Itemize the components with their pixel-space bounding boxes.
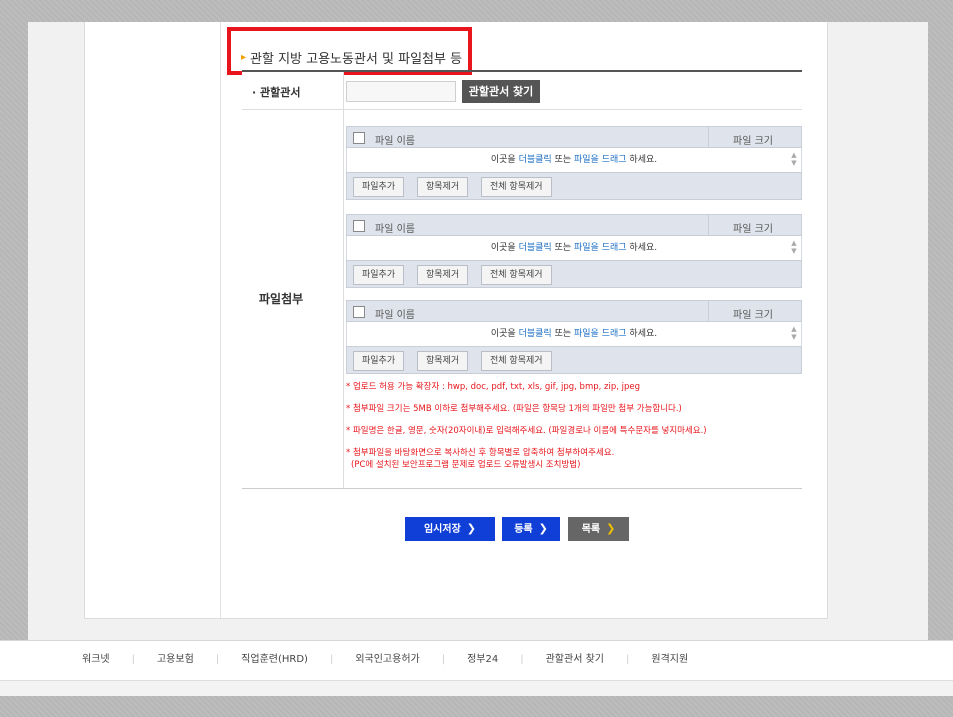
scroll-arrows-icon[interactable]: ▲ ▼ xyxy=(790,239,798,257)
column-divider xyxy=(708,301,709,321)
files-label: 파일첨부 xyxy=(259,292,304,306)
footer-link-remote-support[interactable]: 원격지원 xyxy=(651,650,688,665)
footer-link-find-office[interactable]: 관할관서 찾기 xyxy=(546,650,604,665)
uploader-header: 파일 이름 파일 크기 xyxy=(346,214,802,236)
office-label-cell: · 관할관서 xyxy=(242,72,344,109)
footer-bottom xyxy=(0,680,953,696)
uploader-header: 파일 이름 파일 크기 xyxy=(346,300,802,322)
form-table: · 관할관서 관할관서 찾기 파일첨부 파일 이름 파일 크기 이곳을 더블클릭… xyxy=(242,70,802,489)
column-file-name: 파일 이름 xyxy=(375,224,415,235)
find-office-button[interactable]: 관할관서 찾기 xyxy=(462,80,540,103)
drop-text-suffix: 하세요. xyxy=(626,329,658,339)
uploader-header: 파일 이름 파일 크기 xyxy=(346,126,802,148)
files-label-cell: 파일첨부 xyxy=(242,110,344,488)
remove-item-button[interactable]: 항목제거 xyxy=(417,351,469,371)
note-extensions: * 업로드 허용 가능 확장자 : hwp, doc, pdf, txt, xl… xyxy=(346,382,641,392)
drop-zone[interactable]: 이곳을 더블클릭 또는 파일을 드래그 하세요. ▲ ▼ xyxy=(346,236,802,260)
footer-link-foreign-employment[interactable]: 외국인고용허가 xyxy=(355,650,419,665)
drop-text-drag: 파일을 드래그 xyxy=(574,155,627,165)
footer-separator: | xyxy=(441,654,446,665)
drop-text-mid: 또는 xyxy=(551,243,574,253)
remove-all-button[interactable]: 전체 항목제거 xyxy=(481,177,552,197)
remove-item-button[interactable]: 항목제거 xyxy=(417,177,469,197)
footer-link-insurance[interactable]: 고용보험 xyxy=(157,650,194,665)
drop-text-prefix: 이곳을 xyxy=(490,155,519,165)
footer-separator: | xyxy=(329,654,334,665)
register-label: 등록 xyxy=(514,524,533,535)
drop-text-mid: 또는 xyxy=(551,155,574,165)
drop-text-suffix: 하세요. xyxy=(626,243,658,253)
add-file-button[interactable]: 파일추가 xyxy=(353,265,405,285)
uploader-toolbar: 파일추가 항목제거 전체 항목제거 xyxy=(346,260,802,288)
office-label: · 관할관서 xyxy=(252,86,301,99)
column-file-size: 파일 크기 xyxy=(733,310,773,321)
select-all-checkbox[interactable] xyxy=(353,132,365,144)
scroll-arrows-icon[interactable]: ▲ ▼ xyxy=(790,151,798,169)
remove-all-button[interactable]: 전체 항목제거 xyxy=(481,351,552,371)
column-file-name: 파일 이름 xyxy=(375,136,415,147)
select-all-checkbox[interactable] xyxy=(353,306,365,318)
column-file-size: 파일 크기 xyxy=(733,224,773,235)
note-filename: * 파일명은 한글, 영문, 숫자(20자이내)로 입력해주세요. (파일경로나… xyxy=(346,426,707,436)
footer-links: 워크넷 | 고용보험 | 직업훈련(HRD) | 외국인고용허가 | 정부24 | 관할관서 찾기 |… xyxy=(82,650,688,665)
footer-separator: | xyxy=(131,654,135,665)
column-divider xyxy=(708,127,709,147)
column-file-size: 파일 크기 xyxy=(733,136,773,147)
drop-text-drag: 파일을 드래그 xyxy=(574,243,627,253)
temp-save-label: 임시저장 xyxy=(423,524,461,535)
select-all-checkbox[interactable] xyxy=(353,220,365,232)
note-compress: * 첨부파일을 바탕화면으로 복사하신 후 항목별로 압축하여 첨부하여주세요. xyxy=(346,448,615,458)
column-file-name: 파일 이름 xyxy=(375,310,415,321)
column-divider xyxy=(708,215,709,235)
drop-text-suffix: 하세요. xyxy=(626,155,658,165)
drop-text-dblclick: 더블클릭 xyxy=(518,329,552,339)
drop-text-dblclick: 더블클릭 xyxy=(518,243,552,253)
drop-zone[interactable]: 이곳을 더블클릭 또는 파일을 드래그 하세요. ▲ ▼ xyxy=(346,322,802,346)
footer-separator: | xyxy=(215,654,220,665)
temp-save-button[interactable]: 임시저장 ❯ xyxy=(405,517,495,541)
note-troubleshoot-link[interactable]: (PC에 설치된 보안프로그램 문제로 업로드 오류발생시 조치방법) xyxy=(351,460,580,471)
drop-zone[interactable]: 이곳을 더블클릭 또는 파일을 드래그 하세요. ▲ ▼ xyxy=(346,148,802,172)
uploader-toolbar: 파일추가 항목제거 전체 항목제거 xyxy=(346,346,802,374)
footer-separator: | xyxy=(626,654,630,665)
scroll-arrows-icon[interactable]: ▲ ▼ xyxy=(790,325,798,343)
register-button[interactable]: 등록 ❯ xyxy=(502,517,560,541)
drop-text-drag: 파일을 드래그 xyxy=(574,329,627,339)
footer-link-gov24[interactable]: 정부24 xyxy=(467,650,498,665)
list-button[interactable]: 목록 ❯ xyxy=(568,517,629,541)
chevron-right-icon: ❯ xyxy=(466,522,477,535)
list-label: 목록 xyxy=(581,524,601,535)
footer-separator: | xyxy=(520,654,524,665)
sidebar-divider xyxy=(220,22,221,618)
drop-text-prefix: 이곳을 xyxy=(490,243,519,253)
office-input[interactable] xyxy=(346,81,456,102)
chevron-right-icon: ❯ xyxy=(606,522,616,535)
drop-text-prefix: 이곳을 xyxy=(490,329,519,339)
uploader-toolbar: 파일추가 항목제거 전체 항목제거 xyxy=(346,172,802,200)
add-file-button[interactable]: 파일추가 xyxy=(353,351,405,371)
remove-all-button[interactable]: 전체 항목제거 xyxy=(481,265,552,285)
chevron-right-icon: ❯ xyxy=(538,522,548,535)
note-size-limit: * 첨부파일 크기는 5MB 이하로 첨부해주세요. (파일은 항목당 1개의 … xyxy=(346,404,682,414)
office-row: · 관할관서 관할관서 찾기 xyxy=(242,72,802,110)
footer-link-hrd[interactable]: 직업훈련(HRD) xyxy=(241,650,308,665)
add-file-button[interactable]: 파일추가 xyxy=(353,177,405,197)
footer-link-worknet[interactable]: 워크넷 xyxy=(82,650,110,665)
drop-text-dblclick: 더블클릭 xyxy=(518,155,552,165)
highlight-box xyxy=(227,27,472,75)
files-row: 파일첨부 파일 이름 파일 크기 이곳을 더블클릭 또는 파일을 드래그 하세요… xyxy=(242,110,802,489)
drop-text-mid: 또는 xyxy=(551,329,574,339)
remove-item-button[interactable]: 항목제거 xyxy=(417,265,469,285)
